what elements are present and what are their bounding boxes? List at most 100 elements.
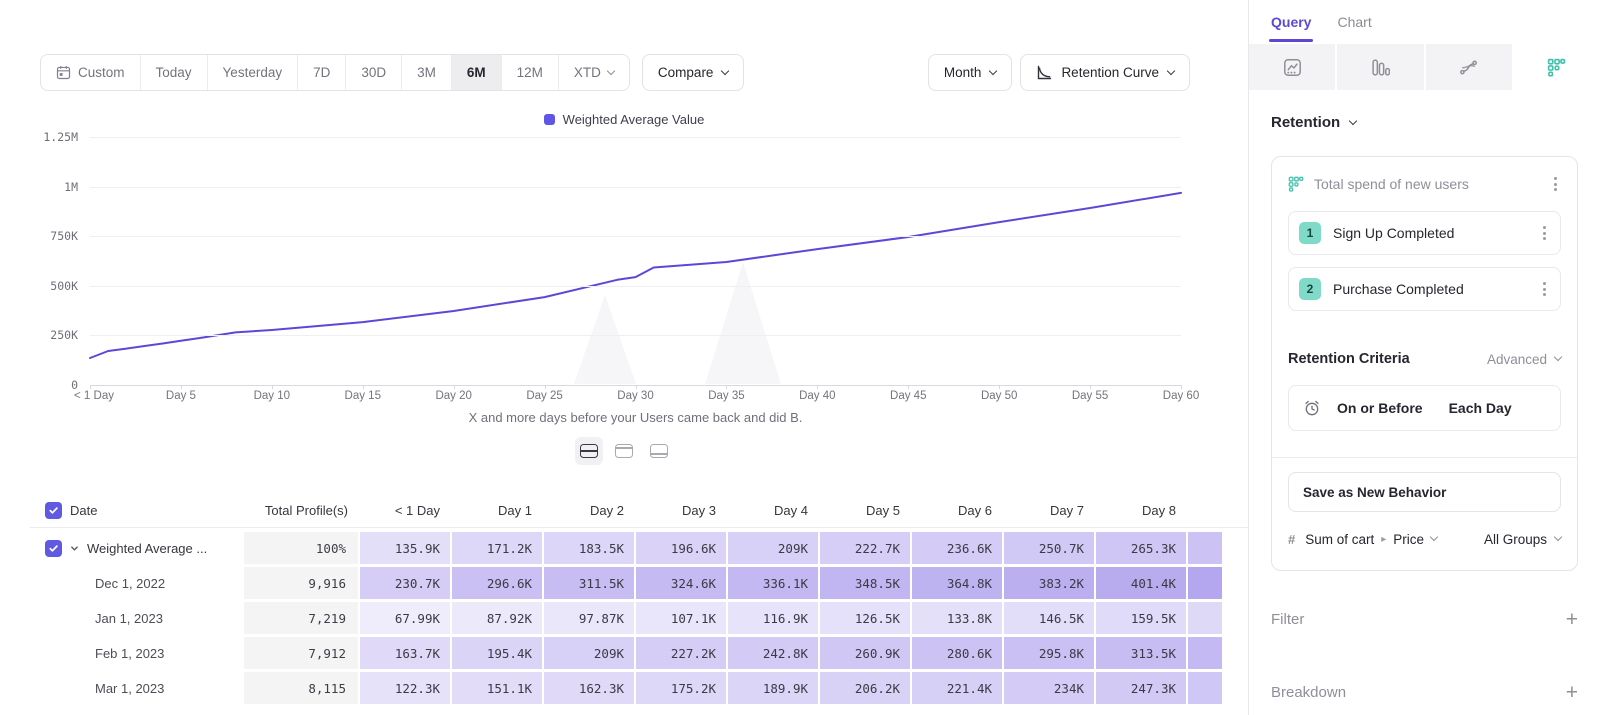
tab-funnels[interactable]	[1337, 44, 1425, 90]
axis-tick	[999, 385, 1000, 389]
range-today[interactable]: Today	[140, 55, 207, 90]
row-label-cell: Weighted Average ...	[30, 532, 242, 564]
gridline	[90, 286, 1181, 287]
partial-value-cell	[1188, 532, 1222, 564]
step-menu-button[interactable]	[1539, 278, 1550, 300]
value-cell: 97.87K	[544, 602, 634, 634]
value-cell: 126.5K	[820, 602, 910, 634]
groups-dropdown[interactable]: All Groups	[1484, 532, 1561, 547]
y-axis: 1.25M1M750K500K250K0	[0, 137, 78, 385]
watermark-triangle	[574, 295, 636, 384]
axis-tick	[1181, 385, 1182, 389]
axis-tick	[545, 385, 546, 389]
add-breakdown-button[interactable]: +	[1566, 682, 1578, 703]
value-cell: 236.6K	[912, 532, 1002, 564]
tab-query[interactable]: Query	[1271, 0, 1311, 44]
column-header: Day 8	[1096, 494, 1186, 527]
x-axis-label: < 1 Day	[74, 390, 114, 402]
criteria-timing-control[interactable]: On or Before Each Day	[1288, 385, 1561, 431]
report-type-tabs	[1249, 44, 1600, 90]
value-cell: 209K	[728, 532, 818, 564]
advanced-label: Advanced	[1487, 352, 1547, 367]
range-custom[interactable]: Custom	[41, 55, 140, 90]
breakdown-label: Breakdown	[1271, 684, 1346, 701]
behavior-menu-button[interactable]	[1550, 173, 1561, 195]
retention-line-series	[90, 193, 1181, 358]
value-cell: 171.2K	[452, 532, 542, 564]
x-axis-label: Day 25	[526, 390, 562, 402]
property-label: Sum of cart	[1305, 532, 1374, 547]
gridline	[90, 236, 1181, 237]
value-cell: 162.3K	[544, 672, 634, 704]
property-dropdown[interactable]: Sum of cart ▸ Price	[1305, 532, 1474, 547]
step-purchase-completed[interactable]: 2 Purchase Completed	[1288, 267, 1561, 311]
value-cell: 135.9K	[360, 532, 450, 564]
add-filter-button[interactable]: +	[1566, 609, 1578, 630]
behavior-title[interactable]: Total spend of new users	[1314, 176, 1540, 192]
row-label: Weighted Average ...	[87, 541, 207, 556]
value-cell: 250.7K	[1004, 532, 1094, 564]
report-type-dropdown[interactable]: Retention	[1271, 114, 1356, 131]
layout-table-view-button[interactable]	[645, 437, 673, 465]
x-axis-label: Day 45	[890, 390, 926, 402]
chart-type-button[interactable]: Retention Curve	[1020, 54, 1190, 91]
property-row: # Sum of cart ▸ Price All Groups	[1288, 516, 1561, 562]
x-axis-label: Day 40	[799, 390, 835, 402]
compare-button[interactable]: Compare	[642, 54, 745, 91]
retention-criteria-label: Retention Criteria	[1288, 351, 1487, 367]
divider	[1272, 457, 1577, 458]
total-cell: 8,115	[244, 672, 358, 704]
value-cell: 227.2K	[636, 637, 726, 669]
value-cell: 265.3K	[1096, 532, 1186, 564]
range-xtd[interactable]: XTD	[558, 55, 629, 90]
chart-type-label: Retention Curve	[1061, 65, 1159, 80]
partial-value-cell	[1188, 672, 1222, 704]
criteria-when-dropdown[interactable]: On or Before	[1337, 400, 1423, 416]
value-cell: 260.9K	[820, 637, 910, 669]
chart-legend[interactable]: Weighted Average Value	[0, 112, 1248, 127]
layout-chart-view-button[interactable]	[610, 437, 638, 465]
step-menu-button[interactable]	[1539, 222, 1550, 244]
table-row: Jan 1, 20237,21967.99K87.92K97.87K107.1K…	[30, 602, 1248, 634]
range-3m[interactable]: 3M	[401, 55, 451, 90]
advanced-dropdown[interactable]: Advanced	[1487, 352, 1561, 367]
step-sign-up-completed[interactable]: 1 Sign Up Completed	[1288, 211, 1561, 255]
criteria-unit-dropdown[interactable]: Each Day	[1449, 400, 1512, 416]
save-behavior-button[interactable]: Save as New Behavior	[1288, 472, 1561, 512]
granularity-button[interactable]: Month	[928, 54, 1013, 91]
check-icon	[48, 543, 59, 554]
range-6m[interactable]: 6M	[451, 55, 501, 90]
select-all-checkbox[interactable]	[45, 502, 62, 519]
value-cell: 67.99K	[360, 602, 450, 634]
tab-retention[interactable]	[1514, 44, 1600, 90]
groups-label: All Groups	[1484, 532, 1547, 547]
breakdown-section: Breakdown +	[1271, 682, 1578, 703]
value-cell: 195.4K	[452, 637, 542, 669]
column-header: Day 2	[544, 494, 634, 527]
axis-tick	[181, 385, 182, 389]
expand-row-chevron-icon[interactable]	[70, 544, 79, 553]
range-7d[interactable]: 7D	[297, 55, 345, 90]
date-header-cell: Date	[30, 494, 242, 527]
y-axis-label: 1M	[64, 180, 78, 194]
main-area: CustomTodayYesterday7D30D3M6M12MXTD Comp…	[0, 0, 1248, 715]
value-cell: 146.5K	[1004, 602, 1094, 634]
range-12m[interactable]: 12M	[501, 55, 558, 90]
tab-insights[interactable]	[1249, 44, 1337, 90]
range-yesterday[interactable]: Yesterday	[207, 55, 298, 90]
tab-chart[interactable]: Chart	[1337, 0, 1371, 44]
tab-flows[interactable]	[1426, 44, 1514, 90]
retention-icon	[1288, 176, 1304, 192]
flows-icon	[1459, 58, 1478, 77]
step-number-badge: 1	[1299, 222, 1321, 244]
x-axis-label: Day 50	[981, 390, 1017, 402]
row-label-cell: Mar 1, 2023	[30, 672, 242, 704]
range-30d[interactable]: 30D	[345, 55, 401, 90]
date-header-label: Date	[70, 503, 97, 518]
row-label-cell: Dec 1, 2022	[30, 567, 242, 599]
step-label: Sign Up Completed	[1333, 225, 1527, 241]
row-checkbox[interactable]	[45, 540, 62, 557]
value-cell: 175.2K	[636, 672, 726, 704]
layout-split-view-button[interactable]	[575, 437, 603, 465]
query-sidebar: Query Chart	[1248, 0, 1600, 715]
